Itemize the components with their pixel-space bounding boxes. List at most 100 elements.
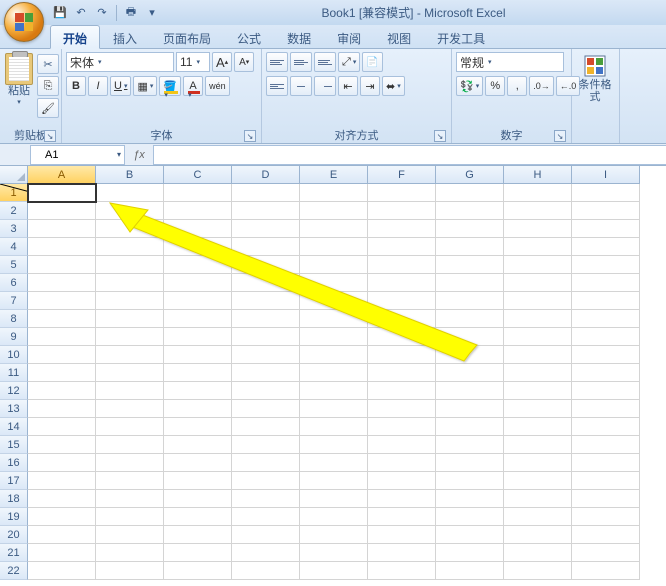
cell[interactable] bbox=[572, 238, 640, 256]
cell[interactable] bbox=[232, 454, 300, 472]
align-top-button[interactable] bbox=[266, 52, 288, 72]
cell[interactable] bbox=[232, 508, 300, 526]
cell[interactable] bbox=[96, 220, 164, 238]
cell[interactable] bbox=[368, 418, 436, 436]
cell[interactable] bbox=[232, 436, 300, 454]
cell[interactable] bbox=[504, 274, 572, 292]
copy-button[interactable]: ⎘ bbox=[37, 76, 59, 96]
cell[interactable] bbox=[28, 508, 96, 526]
cell[interactable] bbox=[436, 274, 504, 292]
cell[interactable] bbox=[232, 544, 300, 562]
cell[interactable] bbox=[572, 562, 640, 580]
row-header[interactable]: 8 bbox=[0, 310, 28, 328]
cell[interactable] bbox=[164, 310, 232, 328]
cell[interactable] bbox=[504, 436, 572, 454]
cell[interactable] bbox=[504, 472, 572, 490]
cell[interactable] bbox=[572, 346, 640, 364]
tab-home[interactable]: 开始 bbox=[50, 25, 100, 49]
row-header[interactable]: 18 bbox=[0, 490, 28, 508]
cell[interactable] bbox=[96, 490, 164, 508]
cell[interactable] bbox=[504, 544, 572, 562]
cell[interactable] bbox=[96, 382, 164, 400]
cell[interactable] bbox=[368, 184, 436, 202]
cell[interactable] bbox=[300, 202, 368, 220]
cell[interactable] bbox=[164, 544, 232, 562]
font-size-combo[interactable]: 11 bbox=[176, 52, 210, 72]
cell[interactable] bbox=[28, 454, 96, 472]
cell[interactable] bbox=[164, 382, 232, 400]
cell[interactable] bbox=[436, 292, 504, 310]
cell[interactable] bbox=[368, 472, 436, 490]
font-color-button[interactable]: A bbox=[183, 76, 203, 96]
increase-indent-button[interactable]: ⇥ bbox=[360, 76, 380, 96]
cell[interactable] bbox=[28, 544, 96, 562]
cell[interactable] bbox=[436, 220, 504, 238]
cell[interactable] bbox=[572, 400, 640, 418]
cell[interactable] bbox=[96, 346, 164, 364]
cell[interactable] bbox=[368, 436, 436, 454]
cell[interactable] bbox=[96, 292, 164, 310]
cell[interactable] bbox=[232, 274, 300, 292]
cell[interactable] bbox=[164, 490, 232, 508]
orientation-button[interactable]: ⤢ bbox=[338, 52, 360, 72]
cell[interactable] bbox=[504, 238, 572, 256]
cell[interactable] bbox=[96, 418, 164, 436]
cell[interactable] bbox=[300, 454, 368, 472]
cell[interactable] bbox=[164, 364, 232, 382]
cell[interactable] bbox=[572, 220, 640, 238]
cell[interactable] bbox=[164, 418, 232, 436]
cell[interactable] bbox=[436, 490, 504, 508]
cell[interactable] bbox=[436, 400, 504, 418]
align-launcher[interactable]: ↘ bbox=[434, 130, 446, 142]
cut-button[interactable]: ✂ bbox=[37, 54, 59, 74]
cell[interactable] bbox=[164, 400, 232, 418]
row-header[interactable]: 7 bbox=[0, 292, 28, 310]
cell[interactable] bbox=[96, 328, 164, 346]
cell[interactable] bbox=[28, 490, 96, 508]
cell[interactable] bbox=[96, 562, 164, 580]
cell[interactable] bbox=[504, 346, 572, 364]
cell[interactable] bbox=[28, 418, 96, 436]
cell[interactable] bbox=[300, 400, 368, 418]
formula-bar[interactable] bbox=[153, 145, 666, 165]
cell[interactable] bbox=[572, 184, 640, 202]
cell[interactable] bbox=[572, 310, 640, 328]
cell[interactable] bbox=[436, 346, 504, 364]
cell[interactable] bbox=[504, 292, 572, 310]
column-header[interactable]: F bbox=[368, 166, 436, 184]
accounting-format-button[interactable]: 💱 bbox=[456, 76, 483, 96]
cell[interactable] bbox=[300, 292, 368, 310]
cell[interactable] bbox=[504, 310, 572, 328]
cell[interactable] bbox=[232, 256, 300, 274]
fill-color-button[interactable]: 🪣 bbox=[159, 76, 181, 96]
cell[interactable] bbox=[368, 256, 436, 274]
column-header[interactable]: C bbox=[164, 166, 232, 184]
cell[interactable] bbox=[300, 544, 368, 562]
cell[interactable] bbox=[300, 184, 368, 202]
cell[interactable] bbox=[368, 274, 436, 292]
cell[interactable] bbox=[96, 274, 164, 292]
tab-formulas[interactable]: 公式 bbox=[224, 25, 274, 48]
cell[interactable] bbox=[232, 310, 300, 328]
column-header[interactable]: I bbox=[572, 166, 640, 184]
office-button[interactable] bbox=[4, 2, 44, 42]
bold-button[interactable]: B bbox=[66, 76, 86, 96]
tab-data[interactable]: 数据 bbox=[274, 25, 324, 48]
cell[interactable] bbox=[232, 220, 300, 238]
cell[interactable] bbox=[96, 202, 164, 220]
cell[interactable] bbox=[300, 310, 368, 328]
cell[interactable] bbox=[368, 400, 436, 418]
cell[interactable] bbox=[232, 562, 300, 580]
align-left-button[interactable] bbox=[266, 76, 288, 96]
cell[interactable] bbox=[232, 400, 300, 418]
cell[interactable] bbox=[28, 526, 96, 544]
cell[interactable] bbox=[368, 310, 436, 328]
align-bottom-button[interactable] bbox=[314, 52, 336, 72]
cell[interactable] bbox=[300, 490, 368, 508]
cell[interactable] bbox=[300, 256, 368, 274]
row-header[interactable]: 6 bbox=[0, 274, 28, 292]
cell[interactable] bbox=[164, 508, 232, 526]
cell[interactable] bbox=[436, 562, 504, 580]
cell[interactable] bbox=[504, 382, 572, 400]
cell[interactable] bbox=[504, 364, 572, 382]
